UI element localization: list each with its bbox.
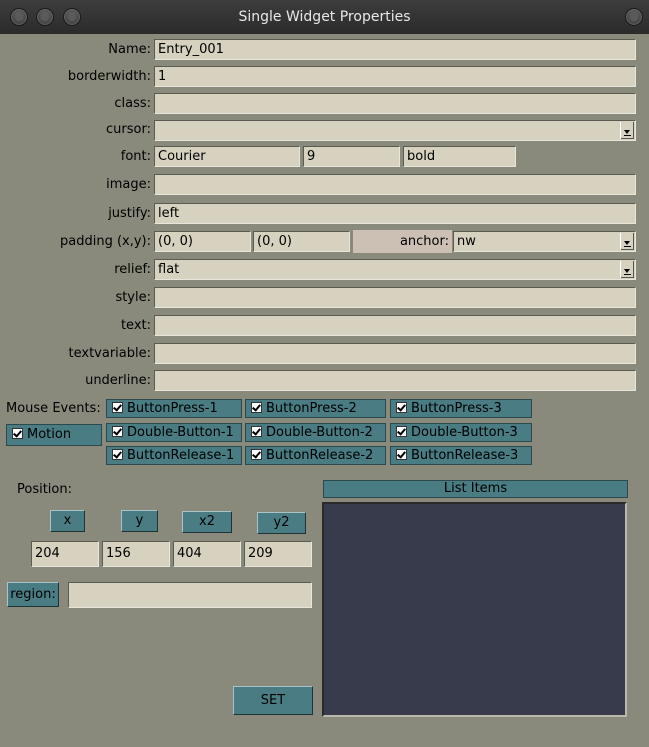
checkbox-checked-icon [112, 402, 123, 413]
class-field[interactable] [154, 93, 636, 114]
justify-field[interactable]: left [154, 203, 636, 224]
double-button-3-checkbox[interactable]: Double-Button-3 [390, 423, 532, 442]
checkbox-checked-icon [112, 426, 123, 437]
relief-label: relief: [114, 262, 151, 277]
position-x-field[interactable]: 204 [31, 541, 99, 567]
checkbox-checked-icon [12, 428, 23, 439]
buttonpress-1-checkbox[interactable]: ButtonPress-1 [106, 399, 242, 418]
buttonrelease-3-checkbox[interactable]: ButtonRelease-3 [390, 446, 532, 465]
textvariable-label: textvariable: [68, 346, 151, 361]
class-label: class: [114, 96, 151, 111]
buttonpress-2-checkbox[interactable]: ButtonPress-2 [245, 399, 386, 418]
padding-y-field[interactable]: (0, 0) [253, 231, 350, 252]
borderwidth-label: borderwidth: [67, 69, 151, 84]
cursor-label: cursor: [106, 122, 151, 137]
anchor-value: nw [457, 234, 476, 249]
image-field[interactable] [154, 174, 636, 195]
image-label: image: [106, 177, 151, 192]
checkbox-label: ButtonPress-2 [266, 401, 357, 416]
checkbox-label: ButtonRelease-3 [411, 448, 519, 463]
checkbox-checked-icon [396, 402, 407, 413]
window-menu-button[interactable] [625, 8, 643, 26]
position-label: Position: [17, 482, 72, 497]
font-label: font: [120, 149, 151, 164]
position-y-field[interactable]: 156 [102, 541, 170, 567]
relief-value: flat [158, 262, 180, 277]
checkbox-label: ButtonRelease-2 [266, 448, 374, 463]
checkbox-label: Double-Button-3 [411, 425, 518, 440]
checkbox-checked-icon [251, 402, 262, 413]
y-header-button[interactable]: y [121, 510, 158, 532]
buttonpress-3-checkbox[interactable]: ButtonPress-3 [390, 399, 532, 418]
chevron-down-icon[interactable] [620, 122, 634, 139]
motion-checkbox[interactable]: Motion [6, 424, 102, 446]
font-weight-field[interactable]: bold [403, 146, 516, 167]
anchor-combobox[interactable]: nw [453, 231, 636, 252]
region-button[interactable]: region: [7, 582, 59, 607]
position-y2-field[interactable]: 209 [244, 541, 312, 567]
x2-header-button[interactable]: x2 [182, 511, 232, 533]
set-button[interactable]: SET [233, 686, 313, 715]
mouse-events-label: Mouse Events: [6, 401, 101, 416]
textvariable-field[interactable] [154, 343, 636, 364]
title-bar: Single Widget Properties [0, 0, 649, 34]
checkbox-checked-icon [396, 426, 407, 437]
checkbox-checked-icon [112, 449, 123, 460]
text-label: text: [120, 318, 151, 333]
checkbox-checked-icon [251, 449, 262, 460]
name-label: Name: [108, 42, 151, 57]
cursor-combobox[interactable] [154, 120, 636, 141]
checkbox-label: ButtonRelease-1 [127, 448, 235, 463]
position-x2-field[interactable]: 404 [173, 541, 241, 567]
font-size-field[interactable]: 9 [303, 146, 400, 167]
double-button-2-checkbox[interactable]: Double-Button-2 [245, 423, 386, 442]
chevron-down-icon[interactable] [620, 261, 634, 278]
text-field[interactable] [154, 315, 636, 336]
double-button-1-checkbox[interactable]: Double-Button-1 [106, 423, 242, 442]
padding-x-field[interactable]: (0, 0) [154, 231, 251, 252]
checkbox-label: ButtonPress-1 [127, 401, 218, 416]
style-label: style: [115, 290, 151, 305]
anchor-label: anchor: [353, 230, 452, 253]
buttonrelease-1-checkbox[interactable]: ButtonRelease-1 [106, 446, 242, 465]
font-family-field[interactable]: Courier [154, 146, 300, 167]
window-title: Single Widget Properties [238, 9, 411, 25]
chevron-down-icon[interactable] [620, 233, 634, 250]
name-field[interactable]: Entry_001 [154, 39, 636, 60]
style-field[interactable] [154, 287, 636, 308]
checkbox-checked-icon [396, 449, 407, 460]
checkbox-checked-icon [251, 426, 262, 437]
region-field[interactable] [68, 582, 312, 608]
list-items-listbox[interactable] [322, 502, 627, 717]
borderwidth-field[interactable]: 1 [154, 66, 636, 87]
buttonrelease-2-checkbox[interactable]: ButtonRelease-2 [245, 446, 386, 465]
checkbox-label: Double-Button-2 [266, 425, 373, 440]
motion-checkbox-label: Motion [27, 427, 72, 442]
relief-combobox[interactable]: flat [154, 259, 636, 280]
justify-label: justify: [108, 206, 151, 221]
y2-header-button[interactable]: y2 [257, 512, 306, 534]
padding-label: padding (x,y): [60, 234, 151, 249]
checkbox-label: Double-Button-1 [127, 425, 234, 440]
x-header-button[interactable]: x [50, 510, 85, 532]
list-items-header: List Items [323, 480, 628, 498]
underline-label: underline: [85, 373, 151, 388]
underline-field[interactable] [154, 370, 636, 391]
checkbox-label: ButtonPress-3 [411, 401, 502, 416]
